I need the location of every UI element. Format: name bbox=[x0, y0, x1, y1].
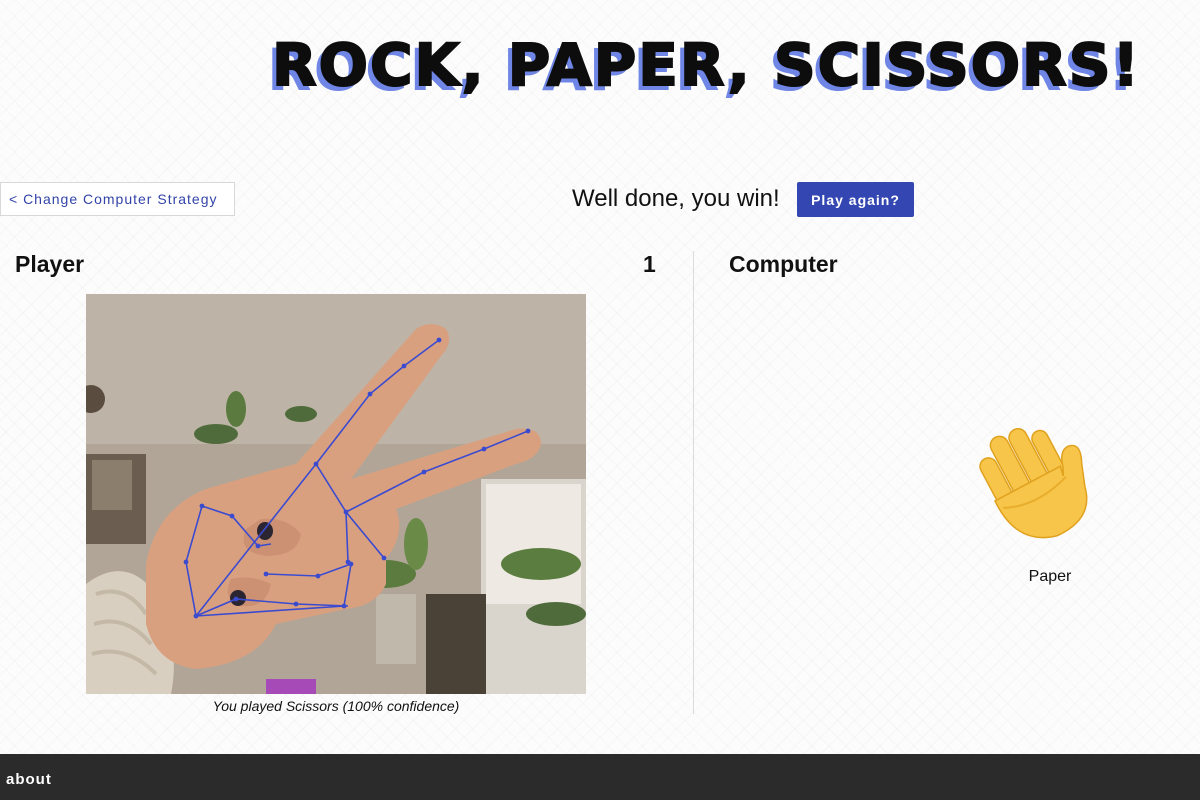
change-strategy-button[interactable]: < Change Computer Strategy bbox=[0, 182, 235, 216]
waving-hand-icon bbox=[975, 405, 1115, 550]
player-heading: Player bbox=[15, 251, 85, 277]
page-title: ROCK, PAPER, SCISSORS! bbox=[271, 30, 1141, 100]
computer-choice-label: Paper bbox=[1028, 568, 1072, 585]
player-gesture-photo bbox=[86, 294, 586, 694]
footer: about bbox=[0, 754, 1200, 800]
computer-heading: Computer bbox=[729, 251, 838, 277]
about-link[interactable]: about bbox=[6, 771, 52, 789]
result-message: Well done, you win! bbox=[572, 185, 780, 212]
column-divider bbox=[693, 251, 694, 714]
player-caption: You played Scissors (100% confidence) bbox=[212, 698, 460, 714]
play-again-button[interactable]: Play again? bbox=[797, 182, 914, 217]
player-score: 1 bbox=[643, 251, 656, 277]
